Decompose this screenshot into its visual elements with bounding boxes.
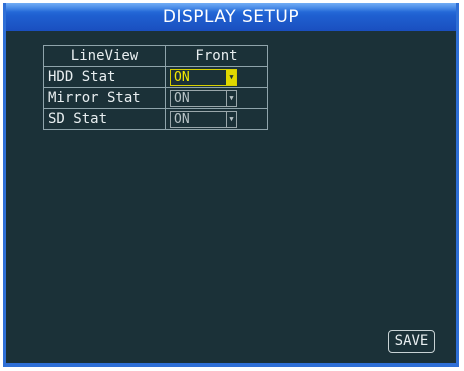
hdd-stat-value: ON (174, 69, 190, 85)
chevron-down-icon[interactable]: ▼ (226, 111, 236, 127)
row-label-mirror-stat: Mirror Stat (43, 87, 166, 109)
title-bar: DISPLAY SETUP (6, 3, 456, 31)
page-title: DISPLAY SETUP (162, 7, 300, 27)
sd-stat-dropdown[interactable]: ON ▼ (170, 110, 237, 128)
sd-stat-value: ON (174, 111, 190, 127)
row-label-hdd-stat: HDD Stat (43, 66, 166, 88)
chevron-down-icon[interactable]: ▼ (226, 69, 236, 85)
settings-table: LineView Front HDD Stat ON ▼ Mirror Stat… (43, 45, 268, 130)
save-button[interactable]: SAVE (388, 330, 435, 353)
header-front: Front (165, 45, 268, 67)
table-header-row: LineView Front (43, 45, 268, 67)
chevron-down-icon[interactable]: ▼ (226, 90, 236, 106)
table-row: Mirror Stat ON ▼ (43, 87, 268, 109)
table-row: SD Stat ON ▼ (43, 108, 268, 130)
table-row: HDD Stat ON ▼ (43, 66, 268, 88)
mirror-stat-value: ON (174, 90, 190, 106)
setup-window: DISPLAY SETUP LineView Front HDD Stat ON… (3, 3, 459, 367)
mirror-stat-dropdown[interactable]: ON ▼ (170, 89, 237, 107)
row-label-sd-stat: SD Stat (43, 108, 166, 130)
hdd-stat-dropdown[interactable]: ON ▼ (170, 68, 237, 86)
header-lineview: LineView (43, 45, 166, 67)
